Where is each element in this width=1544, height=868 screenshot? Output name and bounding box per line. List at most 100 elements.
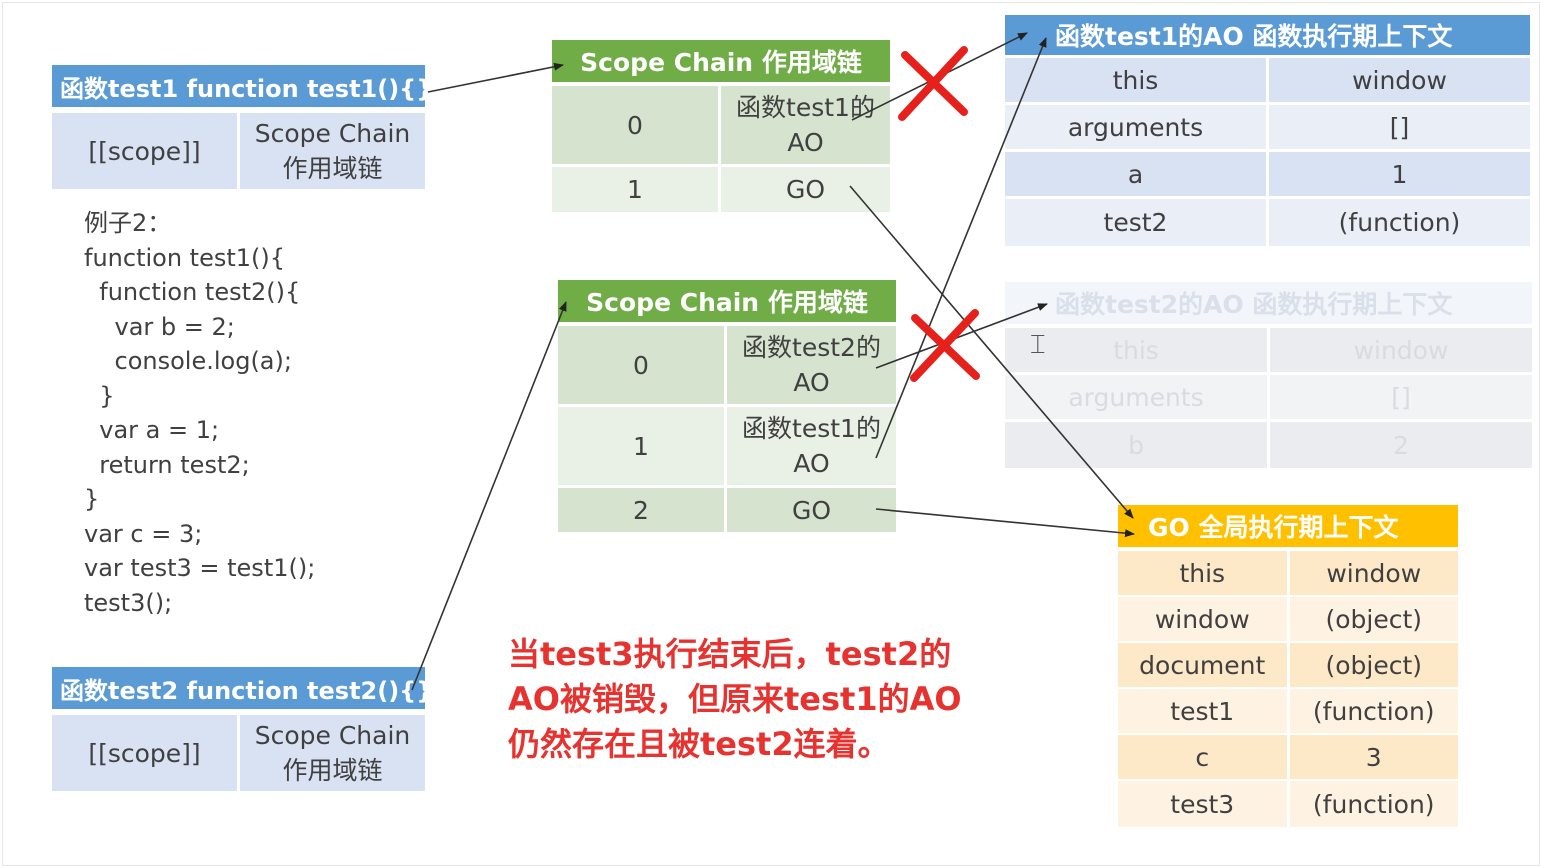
ao-test1-row: test2 (function) (1005, 199, 1530, 246)
code-line: } (84, 381, 115, 410)
scope-chain-index: 0 (627, 110, 643, 140)
code-line: var c = 3; (84, 519, 203, 548)
function-test2-box: 函数test2 function test2(){} [[scope]] Sco… (52, 667, 425, 792)
ao-test1-row: arguments [] (1005, 105, 1530, 149)
go-value: 3 (1286, 735, 1459, 779)
go-row: test3 (function) (1118, 781, 1458, 827)
scope-value-line1: Scope Chain (254, 721, 411, 750)
ao-test2-row: this window (1005, 328, 1532, 372)
ao-test1-row: this window (1005, 58, 1530, 102)
scope-chain-row: 1 函数test1的 AO (558, 407, 896, 485)
function-test1-header: 函数test1 function test1(){} (52, 65, 425, 107)
scope-chain-value-line2: AO (793, 449, 830, 478)
scope-key: [[scope]] (88, 738, 201, 768)
scope-chain-index: 1 (633, 431, 649, 461)
scope-key: [[scope]] (88, 136, 201, 166)
go-key: window (1154, 604, 1250, 634)
go-key: this (1179, 558, 1226, 588)
scope-value: Scope Chain 作用域链 (237, 715, 425, 791)
go-row: c 3 (1118, 735, 1458, 779)
scope-chain-value: 函数test2的 AO (724, 326, 896, 404)
scope-chain-index: 0 (633, 350, 649, 380)
ao-value: window (1266, 58, 1530, 102)
scope-chain-test2: Scope Chain 作用域链 0 函数test2的 AO 1 函数test1… (558, 280, 896, 532)
ao-test2-row: arguments [] (1005, 375, 1532, 419)
go-row: document (object) (1118, 643, 1458, 687)
code-line: function test2(){ (84, 278, 301, 306)
scope-chain-value: 函数test1的 AO (724, 407, 896, 485)
ao-key: arguments (1067, 112, 1204, 142)
go-key: test3 (1170, 789, 1235, 819)
scope-chain-value: GO (724, 488, 896, 532)
scope-chain-value-line1: 函数test1的 (742, 414, 881, 443)
code-line: function test1(){ (84, 243, 286, 272)
scope-chain-test1: Scope Chain 作用域链 0 函数test1的 AO 1 GO (552, 40, 890, 212)
scope-chain-value-line1: 函数test1的 (736, 93, 875, 122)
ao-value: [] (1267, 375, 1532, 419)
note-line-3: 仍然存在且被test2连着。 (508, 725, 890, 763)
code-line: console.log(a); (84, 347, 292, 375)
ao-key: this (1112, 65, 1159, 95)
scope-chain-row: 2 GO (558, 488, 896, 532)
code-line: } (84, 485, 100, 513)
scope-chain-test1-title: Scope Chain 作用域链 (552, 40, 890, 82)
go-value: (function) (1286, 689, 1459, 733)
go-row: test1 (function) (1118, 689, 1458, 733)
scope-value-line1: Scope Chain (254, 119, 411, 148)
scope-chain-test2-title: Scope Chain 作用域链 (558, 280, 896, 322)
function-test2-header: 函数test2 function test2(){} (52, 667, 425, 709)
text-cursor-icon: ⌶ (1030, 330, 1046, 360)
ao-test1-title: 函数test1的AO 函数执行期上下文 (1005, 15, 1530, 55)
ao-value: [] (1266, 105, 1530, 149)
ao-value: 2 (1267, 422, 1532, 468)
note-line-1: 当test3执行结束后，test2的 (508, 635, 952, 673)
scope-chain-index: 1 (627, 175, 643, 204)
go-value: (function) (1286, 781, 1459, 827)
scope-chain-value-line1: 函数test2的 (742, 333, 881, 362)
ao-value: window (1267, 328, 1532, 372)
code-line: var test3 = test1(); (84, 554, 316, 582)
note-line-2: AO被销毁，但原来test1的AO (508, 680, 962, 718)
ao-test2-title: 函数test2的AO 函数执行期上下文 (1005, 282, 1532, 324)
go-value: window (1286, 551, 1459, 595)
go-title: GO 全局执行期上下文 (1118, 505, 1458, 547)
ao-test2-row: b 2 (1005, 422, 1532, 468)
ao-value: 1 (1266, 152, 1530, 196)
ao-key: arguments (1068, 382, 1204, 412)
go-value: (object) (1286, 643, 1459, 687)
function-test2-scope-row: [[scope]] Scope Chain 作用域链 (52, 715, 425, 791)
go-table: GO 全局执行期上下文 this window window (object) … (1118, 505, 1458, 827)
code-line: 例子2： (84, 209, 172, 237)
go-value: (object) (1286, 597, 1459, 641)
scope-chain-row: 0 函数test1的 AO (552, 86, 890, 164)
go-key: document (1139, 650, 1266, 680)
code-example: 例子2： function test1(){ function test2(){ … (84, 206, 315, 620)
code-line: var b = 2; (84, 312, 235, 341)
ao-key: test2 (1103, 208, 1168, 237)
go-row: window (object) (1118, 597, 1458, 641)
scope-chain-value: GO (718, 167, 890, 212)
function-test1-box: 函数test1 function test1(){} [[scope]] Sco… (52, 65, 425, 190)
ao-key: b (1128, 430, 1144, 460)
scope-chain-value-line2: AO (793, 368, 830, 397)
code-line: test3(); (84, 588, 173, 617)
ao-test2-table-destroyed: 函数test2的AO 函数执行期上下文 this window argument… (1005, 282, 1532, 468)
ao-value: (function) (1266, 199, 1530, 246)
scope-chain-value: 函数test1的 AO (718, 86, 890, 164)
ao-key: a (1127, 159, 1144, 189)
go-key: test1 (1170, 696, 1235, 726)
scope-chain-value-line2: AO (787, 128, 824, 157)
explanation-note: 当test3执行结束后，test2的 AO被销毁，但原来test1的AO 仍然存… (508, 632, 962, 767)
scope-chain-row: 0 函数test2的 AO (558, 326, 896, 404)
scope-chain-row: 1 GO (552, 167, 890, 212)
function-test1-scope-row: [[scope]] Scope Chain 作用域链 (52, 113, 425, 189)
go-row: this window (1118, 551, 1458, 595)
code-line: return test2; (84, 450, 250, 479)
scope-value-line2: 作用域链 (282, 756, 383, 785)
ao-test1-table: 函数test1的AO 函数执行期上下文 this window argument… (1005, 15, 1530, 246)
code-line: var a = 1; (84, 416, 220, 444)
scope-value-line2: 作用域链 (282, 154, 383, 183)
scope-chain-index: 2 (633, 495, 649, 525)
go-key: c (1195, 742, 1210, 772)
ao-test1-row: a 1 (1005, 152, 1530, 196)
